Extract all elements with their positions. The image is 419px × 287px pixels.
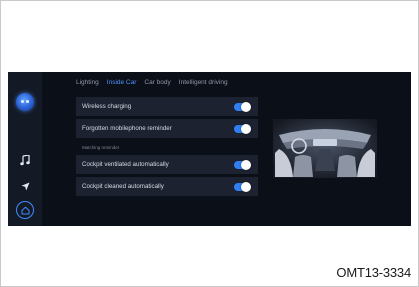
cockpit-ventilated-toggle[interactable] [234, 159, 251, 170]
phone-reminder-row: Forgotten mobilephone reminder [76, 119, 258, 138]
tab-bar: Lighting Inside Car Car body Intelligent… [76, 76, 236, 90]
toggle-knob [241, 101, 251, 112]
navigation-icon [21, 182, 29, 190]
music-icon [20, 154, 30, 165]
wireless-charging-toggle[interactable] [234, 101, 251, 112]
cockpit-cleaned-label: Cockpit cleaned automatically [82, 183, 164, 190]
home-button[interactable] [15, 200, 35, 220]
tab-intelligent-driving[interactable]: Intelligent driving [179, 76, 228, 90]
tab-car-body[interactable]: Car body [144, 76, 170, 90]
cockpit-cleaned-toggle[interactable] [234, 181, 251, 192]
tab-inside-car[interactable]: Inside Car [107, 76, 137, 90]
car-interior-image [273, 119, 377, 178]
phone-reminder-label: Forgotten mobilephone reminder [82, 125, 172, 132]
cockpit-cleaned-row: Cockpit cleaned automatically [76, 177, 258, 196]
cockpit-ventilated-label: Cockpit ventilated automatically [82, 161, 169, 168]
music-button[interactable] [15, 150, 35, 170]
cockpit-ventilated-row: Cockpit ventilated automatically [76, 155, 258, 174]
toggle-knob [241, 123, 251, 134]
figure-caption: OMT13-3334 [336, 265, 411, 280]
home-icon [16, 201, 34, 219]
toggle-knob [241, 181, 251, 192]
phone-reminder-toggle[interactable] [234, 123, 251, 134]
toggle-knob [241, 159, 251, 170]
figure-frame: Lighting Inside Car Car body Intelligent… [0, 0, 419, 287]
navigation-button[interactable] [15, 176, 35, 196]
wireless-charging-row: Wireless charging [76, 97, 258, 116]
infotainment-screen: Lighting Inside Car Car body Intelligent… [8, 72, 411, 226]
assistant-icon [16, 93, 34, 111]
assistant-button[interactable] [15, 92, 35, 112]
wireless-charging-label: Wireless charging [82, 103, 132, 110]
section-title: Matching reminder [82, 145, 120, 150]
sidebar [8, 72, 42, 226]
tab-lighting[interactable]: Lighting [76, 76, 99, 90]
